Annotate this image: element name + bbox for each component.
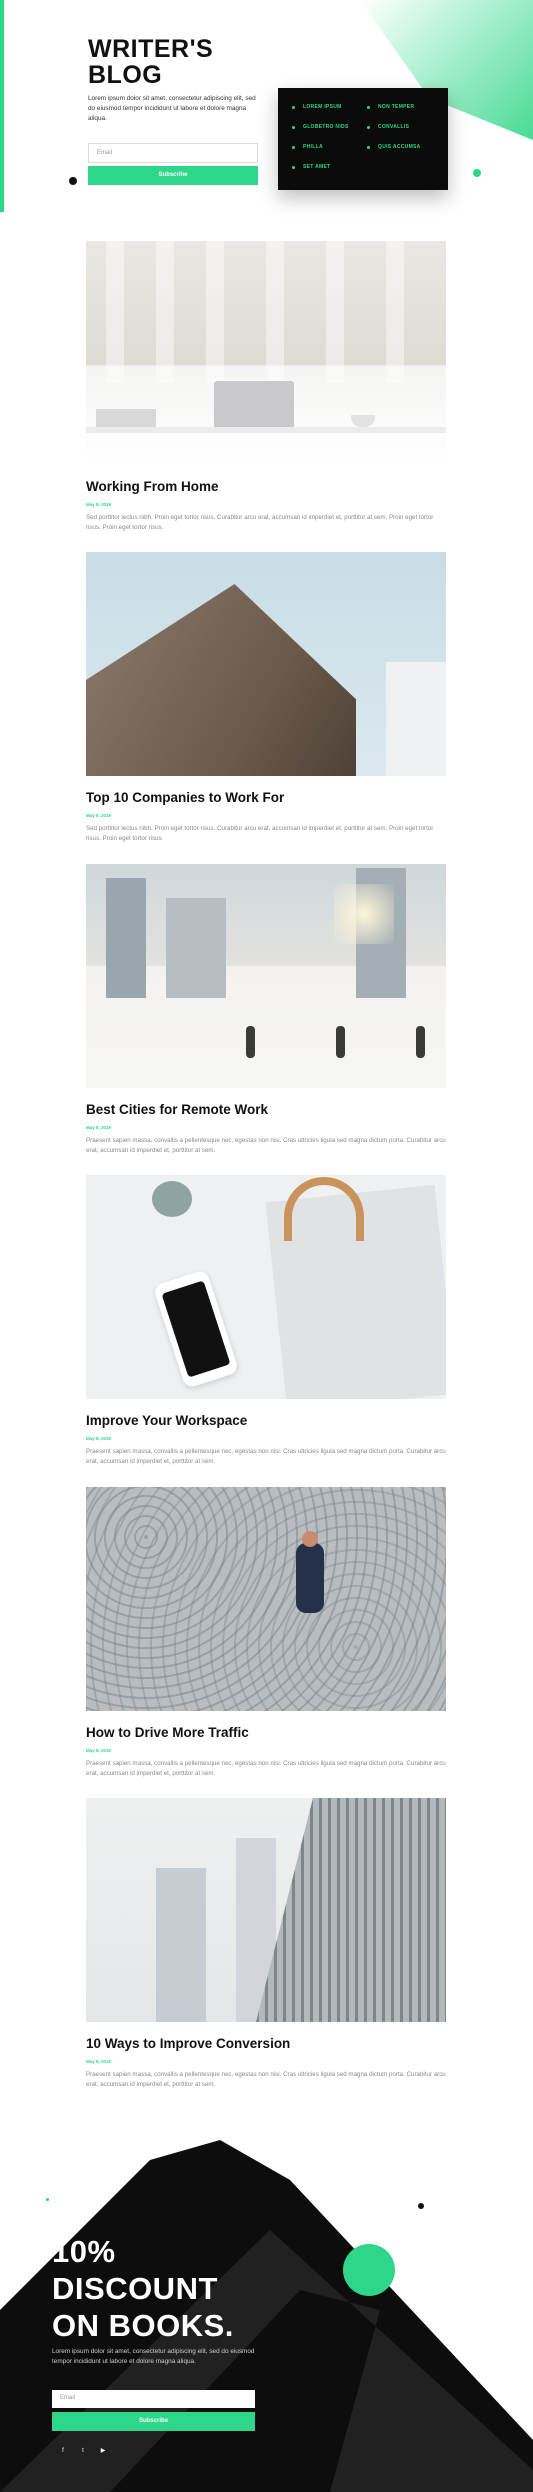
bullet-icon [292, 125, 295, 129]
post-excerpt: Praesent sapien massa, convallis a pelle… [86, 1448, 446, 1465]
post-title[interactable]: How to Drive More Traffic [86, 1725, 446, 1741]
decor-dot [69, 177, 77, 185]
category-link[interactable]: SET AMET [292, 164, 359, 170]
post-image[interactable] [86, 552, 446, 776]
blog-post[interactable]: Working From Home May 8, 2019 Sed portti… [86, 241, 446, 532]
blog-post[interactable]: Improve Your Workspace May 8, 2019 Praes… [86, 1175, 446, 1466]
post-title[interactable]: Best Cities for Remote Work [86, 1102, 446, 1118]
bullet-icon [367, 125, 370, 129]
post-title[interactable]: 10 Ways to Improve Conversion [86, 2036, 446, 2052]
post-image[interactable] [86, 1175, 446, 1399]
category-label: SET AMET [303, 164, 331, 170]
footer-title: 10% DISCOUNT ON BOOKS. [52, 2233, 292, 2344]
decor-circle [343, 2244, 395, 2296]
category-label: GLOBETRO NIDS [303, 124, 349, 130]
twitter-icon[interactable]: t [78, 2446, 88, 2456]
subscribe-button[interactable]: Subscribe [88, 166, 258, 185]
post-date: May 8, 2019 [86, 1436, 112, 1441]
post-excerpt: Sed porttitor lectus nibh. Proin eget to… [86, 514, 434, 531]
post-image[interactable] [86, 1798, 446, 2022]
footer-subscribe-button[interactable]: Subscribe [52, 2412, 255, 2431]
title-line: WRITER'S [88, 35, 214, 63]
bullet-icon [292, 145, 295, 149]
bullet-icon [292, 165, 295, 169]
category-label: PHILLA [303, 144, 323, 150]
post-date: May 8, 2019 [86, 813, 112, 818]
header-subtitle: Lorem ipsum dolor sit amet, consectetur … [88, 95, 256, 122]
decor-dot [418, 2203, 424, 2209]
category-label: LOREM IPSUM [303, 104, 342, 110]
post-excerpt: Praesent sapien massa, convallis a pelle… [86, 1760, 446, 1777]
footer-subtitle: Lorem ipsum dolor sit amet, consectetur … [52, 2348, 255, 2365]
post-image[interactable] [86, 1487, 446, 1711]
youtube-icon[interactable]: ▶ [98, 2446, 108, 2456]
post-title[interactable]: Top 10 Companies to Work For [86, 790, 446, 806]
bullet-icon [367, 105, 370, 109]
email-field[interactable]: Email [88, 143, 258, 163]
footer-title-line: ON BOOKS. [52, 2308, 234, 2343]
post-title[interactable]: Working From Home [86, 479, 446, 495]
category-link[interactable]: GLOBETRO NIDS [292, 124, 359, 130]
page: WRITER'S BLOG Lorem ipsum dolor sit amet… [0, 0, 533, 2492]
post-date: May 8, 2019 [86, 502, 112, 507]
category-label: NON TEMPER [378, 104, 415, 110]
post-image[interactable] [86, 864, 446, 1088]
post-excerpt: Sed porttitor lectus nibh. Proin eget to… [86, 825, 434, 842]
category-label: QUIS ACCUMSA [378, 144, 421, 150]
post-date: May 8, 2019 [86, 1125, 112, 1130]
blog-post[interactable]: Best Cities for Remote Work May 8, 2019 … [86, 864, 446, 1155]
post-excerpt: Praesent sapien massa, convallis a pelle… [86, 2071, 446, 2088]
footer-title-line: DISCOUNT [52, 2271, 218, 2306]
bullet-icon [367, 145, 370, 149]
title-line: BLOG [88, 61, 163, 89]
category-link[interactable]: NON TEMPER [367, 104, 434, 110]
page-title: WRITER'S BLOG [88, 36, 288, 88]
post-image[interactable] [86, 241, 446, 465]
facebook-icon[interactable]: f [58, 2446, 68, 2456]
blog-post[interactable]: Top 10 Companies to Work For May 8, 2019… [86, 552, 446, 843]
decor-dot [46, 2198, 49, 2201]
footer-email-field[interactable]: Email [52, 2390, 255, 2408]
blog-post[interactable]: How to Drive More Traffic May 8, 2019 Pr… [86, 1487, 446, 1778]
footer-title-line: 10% [52, 2234, 116, 2269]
category-link[interactable]: PHILLA [292, 144, 359, 150]
category-link[interactable]: LOREM IPSUM [292, 104, 359, 110]
category-panel: LOREM IPSUM NON TEMPER GLOBETRO NIDS CON… [278, 88, 448, 190]
decor-dot [473, 169, 481, 177]
post-title[interactable]: Improve Your Workspace [86, 1413, 446, 1429]
accent-bar [0, 0, 4, 212]
post-excerpt: Praesent sapien massa, convallis a pelle… [86, 1137, 446, 1154]
bullet-icon [292, 105, 295, 109]
post-date: May 8, 2019 [86, 2059, 112, 2064]
post-date: May 8, 2019 [86, 1748, 112, 1753]
category-link[interactable]: QUIS ACCUMSA [367, 144, 434, 150]
blog-post[interactable]: 10 Ways to Improve Conversion May 8, 201… [86, 1798, 446, 2089]
category-link[interactable]: CONVALLIS [367, 124, 434, 130]
category-label: CONVALLIS [378, 124, 410, 130]
